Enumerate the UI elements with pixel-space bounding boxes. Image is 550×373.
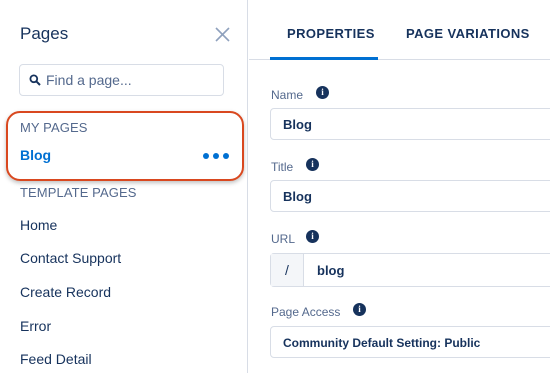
page-item-error[interactable]: Error [0, 310, 246, 344]
page-access-label: Page Access [271, 305, 341, 319]
properties-panel: PROPERTIES PAGE VARIATIONS Name i Title … [249, 0, 550, 373]
pages-panel: Pages MY PAGES Blog TEMPLATE PAGES Home … [0, 0, 248, 373]
tab-page-variations[interactable]: PAGE VARIATIONS [406, 26, 530, 41]
page-access-value: Community Default Setting: Public [283, 336, 481, 350]
page-item-label: Contact Support [20, 250, 122, 266]
close-icon [215, 27, 230, 42]
page-search-box[interactable] [19, 64, 224, 96]
close-button[interactable] [210, 22, 236, 48]
info-icon[interactable]: i [353, 303, 366, 316]
template-pages-heading: TEMPLATE PAGES [20, 185, 137, 200]
page-search-input[interactable] [46, 65, 218, 95]
page-item-label: Feed Detail [20, 351, 92, 367]
page-item-home[interactable]: Home [0, 209, 246, 243]
name-field[interactable] [270, 108, 550, 140]
page-item-create-record[interactable]: Create Record [0, 276, 246, 310]
info-icon[interactable]: i [306, 230, 319, 243]
url-prefix: / [271, 254, 304, 286]
tab-bar: PROPERTIES PAGE VARIATIONS [249, 0, 550, 60]
more-actions-icon[interactable] [203, 153, 229, 161]
page-item-contact-support[interactable]: Contact Support [0, 242, 246, 276]
url-field-group: / [270, 253, 550, 287]
title-field[interactable] [270, 180, 550, 212]
info-icon[interactable]: i [316, 86, 329, 99]
page-item-feed-detail[interactable]: Feed Detail [0, 343, 246, 373]
pages-panel-title: Pages [20, 24, 69, 43]
page-item-label: Blog [20, 147, 52, 163]
tab-properties[interactable]: PROPERTIES [287, 26, 375, 41]
active-tab-indicator [270, 57, 378, 60]
pages-panel-header: Pages [0, 0, 247, 58]
name-label: Name [271, 88, 304, 102]
page-item-label: Home [20, 217, 58, 233]
page-item-blog[interactable]: Blog [0, 139, 246, 173]
info-icon[interactable]: i [306, 158, 319, 171]
title-label: Title [271, 160, 294, 174]
url-label: URL [271, 232, 296, 246]
search-icon [29, 74, 41, 86]
my-pages-heading: MY PAGES [20, 120, 88, 135]
page-item-label: Error [20, 318, 52, 334]
page-access-select[interactable]: Community Default Setting: Public [270, 326, 550, 358]
page-item-label: Create Record [20, 284, 112, 300]
url-field[interactable] [305, 254, 550, 286]
